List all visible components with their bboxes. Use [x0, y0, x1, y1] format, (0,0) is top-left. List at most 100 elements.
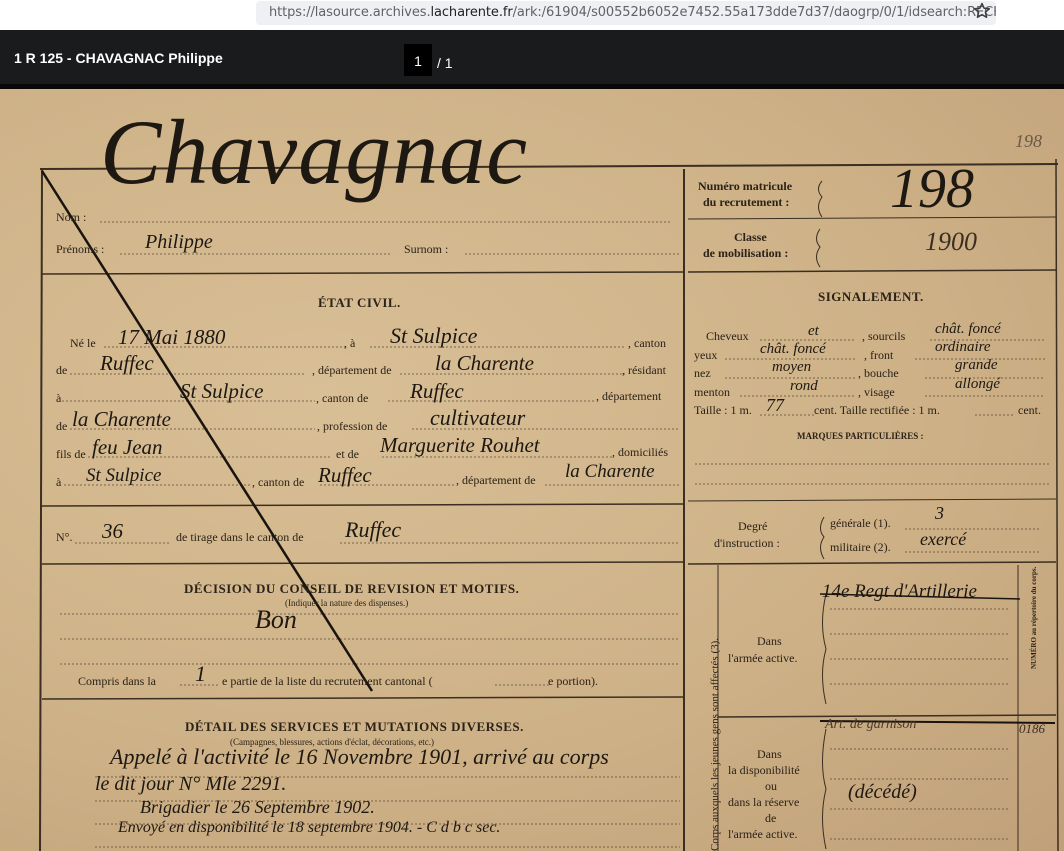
degre-label-2: d'instruction : [714, 536, 780, 550]
bouche-label: , bouche [858, 366, 899, 380]
classe-label-1: Classe [734, 230, 767, 244]
marques-label: MARQUES PARTICULIÈRES : [797, 431, 924, 441]
canton-de2-label: , canton de [252, 475, 305, 489]
sourcils-label: , sourcils [862, 329, 906, 343]
generale-value: 3 [935, 503, 944, 523]
fils-de-label: fils de [56, 447, 86, 461]
sourcils-value: chât. foncé [935, 321, 1001, 337]
cheveux-value: et [808, 323, 819, 339]
birth-dept: la Charente [435, 351, 534, 375]
service-line-1: Appelé à l'activité le 16 Novembre 1901,… [110, 744, 609, 769]
residant-label: , résidant [622, 363, 666, 377]
service-line-3: Brigadier le 26 Septembre 1902. [140, 797, 375, 817]
dom-dept: la Charente [565, 461, 655, 482]
prenoms-label: Prénoms : [56, 242, 105, 256]
page-number-input[interactable]: 1 [404, 44, 432, 76]
service-line-2: le dit jour N° Mle 2291. [95, 773, 287, 795]
surnom-label: Surnom : [404, 242, 449, 256]
menton-value: rond [790, 378, 818, 394]
birth-canton: Ruffec [100, 351, 154, 375]
corps-vertical-text: Corps auxquels les jeunes gens sont affe… [709, 637, 721, 851]
dispo-number: 0186 [1019, 721, 1045, 736]
birth-place: St Sulpice [390, 323, 478, 348]
yeux-value: chât. foncé [760, 341, 826, 357]
matricule-label-1: Numéro matricule [698, 179, 793, 193]
url-field[interactable]: https://lasource.archives.lacharente.fr/… [256, 1, 996, 25]
dispo-value-1: Art. de garnison [825, 717, 917, 732]
menton-label: menton [694, 385, 730, 399]
front-value: ordinaire [935, 339, 991, 355]
prenoms-value: Philippe [145, 231, 213, 253]
decision-title: DÉCISION DU CONSEIL DE REVISION ET MOTIF… [184, 581, 520, 596]
compris-rest: e partie de la liste du recrutement cant… [222, 674, 433, 688]
canton-de-label: , canton de [316, 391, 369, 405]
nez-value: moyen [772, 359, 812, 375]
taille-label: Taille : 1 m. [694, 403, 752, 417]
de-label: de [56, 363, 68, 377]
tirage-label: de tirage dans le canton de [176, 530, 304, 544]
degre-label-1: Degré [738, 519, 768, 533]
document-title: 1 R 125 - CHAVAGNAC Philippe [14, 50, 223, 66]
page-total: / 1 [437, 55, 453, 71]
departement-label: , département de [312, 363, 392, 377]
dom-canton: Ruffec [318, 463, 372, 487]
detail-title: DÉTAIL DES SERVICES ET MUTATIONS DIVERSE… [185, 719, 524, 734]
dispo-label-6: l'armée active. [728, 827, 798, 841]
dispo-label-5: de [765, 811, 777, 825]
yeux-label: yeux [694, 348, 718, 362]
nez-label: nez [694, 366, 711, 380]
res-canton: Ruffec [410, 379, 464, 403]
profession-label: , profession de [317, 419, 388, 433]
register-sheet: 198 Nom : Chavagnac Prénoms : Philippe S… [0, 89, 1064, 851]
decision-sub: (Indiquer la nature des dispenses.) [285, 598, 409, 608]
name-label: Nom : [56, 210, 87, 224]
front-label: , front [864, 348, 894, 362]
dispo-label-1: Dans [757, 747, 782, 761]
name-value: Chavagnac [100, 101, 529, 203]
a-label: , à [344, 336, 356, 350]
classe-value: 1900 [925, 227, 977, 256]
classe-label-2: de mobilisation : [703, 246, 789, 260]
active-label-1: Dans [757, 634, 782, 648]
dispo-label-3: ou [765, 779, 777, 793]
dispo-value-2: (décédé) [848, 781, 917, 803]
corner-number: 198 [1015, 131, 1042, 151]
birth-date: 17 Mai 1880 [118, 325, 226, 349]
res-dept: la Charente [72, 407, 171, 431]
residence: St Sulpice [180, 379, 264, 403]
matricule-label-2: du recrutement : [703, 195, 790, 209]
service-line-4: Envoyé en disponibilité le 18 septembre … [118, 819, 501, 836]
tirage-canton: Ruffec [345, 517, 402, 542]
visage-label: , visage [858, 385, 895, 399]
canton-label: , canton [628, 336, 666, 350]
profession-value: cultivateur [430, 405, 526, 430]
ne-le-label: Né le [70, 336, 96, 350]
departement3-label: , département de [456, 473, 536, 487]
compris-label: Compris dans la [78, 674, 156, 688]
et-de-label: et de [336, 447, 359, 461]
decision-value: Bon [255, 605, 297, 634]
portion-label: e portion). [548, 674, 598, 688]
viewer-toolbar: 1 R 125 - CHAVAGNAC Philippe 1 / 1 [0, 30, 1064, 84]
mother-value: Marguerite Rouhet [380, 433, 540, 457]
active-value: 14e Regt d'Artillerie [822, 581, 977, 602]
cheveux-label: Cheveux [706, 329, 749, 343]
cent-label: cent. [1018, 403, 1041, 417]
departement2-label: , département [596, 389, 662, 403]
taille-rect-label: cent. Taille rectifiée : 1 m. [814, 403, 940, 417]
domicilies-label: , domiciliés [612, 445, 668, 459]
no-label: N°. [56, 530, 73, 544]
document-viewer[interactable]: 198 Nom : Chavagnac Prénoms : Philippe S… [0, 84, 1064, 851]
militaire-label: militaire (2). [830, 540, 891, 554]
browser-address-bar: https://lasource.archives.lacharente.fr/… [0, 0, 1064, 30]
tirage-no: 36 [102, 519, 123, 543]
compris-value: 1 [195, 661, 206, 686]
etat-civil-title: ÉTAT CIVIL. [318, 295, 401, 310]
a2-label: à [56, 391, 62, 405]
father-value: feu Jean [92, 435, 163, 459]
dispo-label-2: la disponibilité [728, 763, 800, 777]
dispo-label-4: dans la réserve [728, 795, 800, 809]
bookmark-star-icon[interactable] [972, 1, 992, 21]
dom-place: St Sulpice [86, 465, 162, 486]
de2-label: de [56, 419, 68, 433]
